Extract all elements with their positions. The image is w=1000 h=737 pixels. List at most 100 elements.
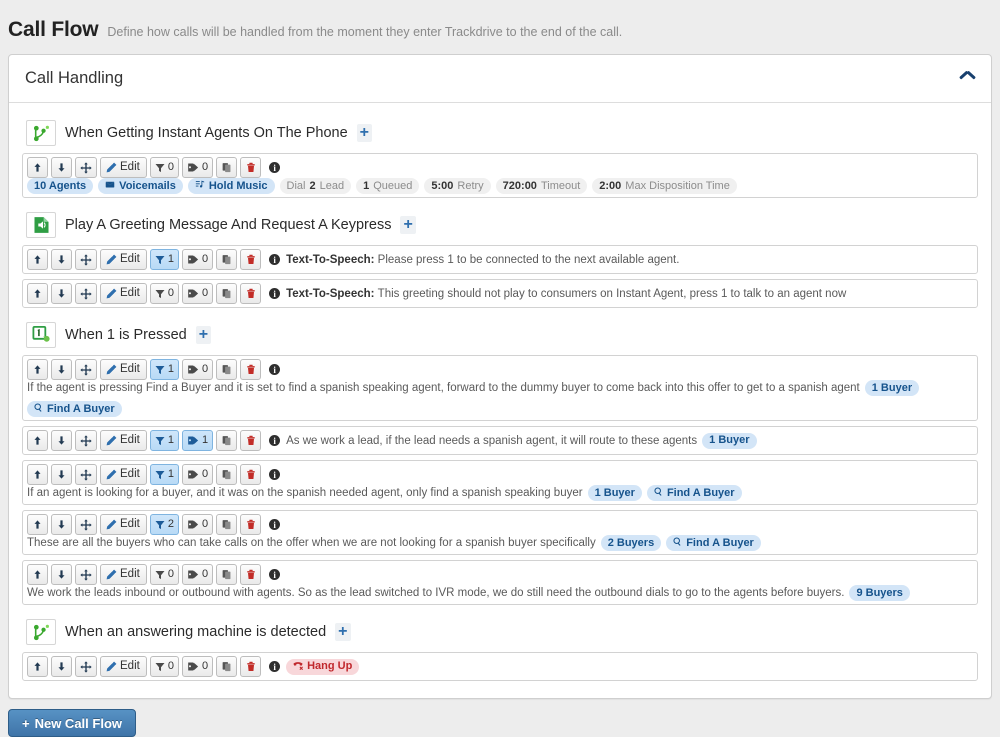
filter-button[interactable]: 2 (149, 514, 179, 535)
action-badge[interactable]: 1 Buyer (702, 432, 757, 449)
info-icon[interactable]: i (269, 519, 281, 530)
drag-handle-button[interactable] (75, 564, 97, 585)
edit-button[interactable]: Edit (100, 157, 147, 178)
edit-button[interactable]: Edit (100, 430, 147, 451)
filter-button[interactable]: 0 (149, 157, 179, 178)
info-icon[interactable]: i (269, 364, 281, 375)
copy-button[interactable] (216, 249, 238, 270)
pencil-icon (106, 661, 117, 672)
move-down-button[interactable] (51, 283, 72, 304)
action-badge[interactable]: Find A Buyer (666, 535, 761, 551)
drag-handle-button[interactable] (75, 514, 97, 535)
move-up-button[interactable] (27, 359, 48, 380)
move-down-button[interactable] (51, 656, 72, 677)
edit-button[interactable]: Edit (100, 283, 147, 304)
move-up-button[interactable] (27, 283, 48, 304)
drag-handle-button[interactable] (75, 656, 97, 677)
edit-button[interactable]: Edit (100, 514, 147, 535)
drag-handle-button[interactable] (75, 430, 97, 451)
move-up-button[interactable] (27, 464, 48, 485)
tag-button[interactable]: 0 (181, 249, 214, 270)
pencil-icon (106, 364, 117, 375)
action-badge[interactable]: Voicemails (98, 178, 183, 194)
drag-handle-button[interactable] (75, 464, 97, 485)
delete-button[interactable] (240, 464, 262, 485)
move-up-button[interactable] (27, 157, 48, 178)
copy-button[interactable] (216, 656, 238, 677)
move-down-button[interactable] (51, 359, 72, 380)
delete-button[interactable] (240, 283, 262, 304)
chevron-up-icon[interactable] (960, 74, 975, 84)
action-badge[interactable]: Find A Buyer (27, 401, 122, 417)
move-up-button[interactable] (27, 249, 48, 270)
filter-button[interactable]: 1 (149, 430, 179, 451)
move-up-button[interactable] (27, 564, 48, 585)
action-badge[interactable]: 10 Agents (27, 178, 94, 194)
move-up-button[interactable] (27, 430, 48, 451)
tag-button[interactable]: 0 (181, 464, 214, 485)
delete-button[interactable] (240, 656, 262, 677)
info-icon[interactable]: i (269, 469, 281, 480)
filter-button[interactable]: 1 (149, 464, 179, 485)
copy-button[interactable] (216, 564, 238, 585)
delete-button[interactable] (240, 564, 262, 585)
edit-button[interactable]: Edit (100, 564, 147, 585)
action-badge[interactable]: 2 Buyers (600, 535, 662, 551)
copy-button[interactable] (216, 514, 238, 535)
tag-button[interactable]: 0 (181, 283, 214, 304)
tag-button[interactable]: 0 (181, 564, 214, 585)
tag-button[interactable]: 1 (181, 430, 214, 451)
drag-handle-button[interactable] (75, 157, 97, 178)
edit-button[interactable]: Edit (100, 359, 147, 380)
move-down-button[interactable] (51, 430, 72, 451)
move-down-button[interactable] (51, 464, 72, 485)
move-up-button[interactable] (27, 656, 48, 677)
filter-button[interactable]: 0 (149, 283, 179, 304)
tag-button[interactable]: 0 (181, 359, 214, 380)
delete-button[interactable] (240, 157, 262, 178)
info-icon[interactable]: i (269, 661, 281, 672)
action-badge[interactable]: Find A Buyer (646, 485, 742, 501)
edit-button[interactable]: Edit (100, 656, 147, 677)
filter-button[interactable]: 0 (149, 564, 179, 585)
filter-button[interactable]: 1 (149, 249, 179, 270)
tag-button[interactable]: 0 (181, 157, 214, 178)
delete-button[interactable] (240, 514, 262, 535)
action-badge[interactable]: 1 Buyer (587, 485, 642, 501)
info-icon[interactable]: i (269, 254, 281, 265)
move-down-button[interactable] (51, 514, 72, 535)
drag-handle-button[interactable] (75, 283, 97, 304)
copy-button[interactable] (216, 464, 238, 485)
tag-button[interactable]: 0 (181, 656, 214, 677)
add-step-button[interactable]: + (356, 124, 373, 142)
action-badge[interactable]: 1 Buyer (864, 380, 920, 396)
info-icon[interactable]: i (269, 162, 281, 173)
filter-button[interactable]: 1 (149, 359, 179, 380)
delete-button[interactable] (240, 249, 262, 270)
info-icon[interactable]: i (269, 288, 281, 299)
info-icon[interactable]: i (269, 569, 281, 580)
action-badge[interactable]: 9 Buyers (849, 585, 910, 601)
edit-button[interactable]: Edit (100, 249, 147, 270)
copy-button[interactable] (216, 359, 238, 380)
drag-handle-button[interactable] (75, 249, 97, 270)
edit-button[interactable]: Edit (100, 464, 147, 485)
copy-button[interactable] (216, 283, 238, 304)
add-step-button[interactable]: + (400, 216, 416, 234)
add-step-button[interactable]: + (195, 326, 212, 344)
tag-button[interactable]: 0 (181, 514, 214, 535)
info-icon[interactable]: i (269, 435, 281, 446)
drag-handle-button[interactable] (75, 359, 97, 380)
move-down-button[interactable] (51, 564, 72, 585)
filter-button[interactable]: 0 (149, 656, 179, 677)
delete-button[interactable] (240, 430, 262, 451)
action-badge[interactable]: Hang Up (286, 658, 360, 675)
copy-button[interactable] (216, 430, 238, 451)
new-call-flow-button[interactable]: + New Call Flow (8, 709, 136, 737)
move-down-button[interactable] (51, 157, 72, 178)
move-down-button[interactable] (51, 249, 72, 270)
copy-button[interactable] (216, 157, 238, 178)
delete-button[interactable] (240, 359, 262, 380)
move-up-button[interactable] (27, 514, 48, 535)
action-badge[interactable]: Hold Music (187, 178, 275, 194)
